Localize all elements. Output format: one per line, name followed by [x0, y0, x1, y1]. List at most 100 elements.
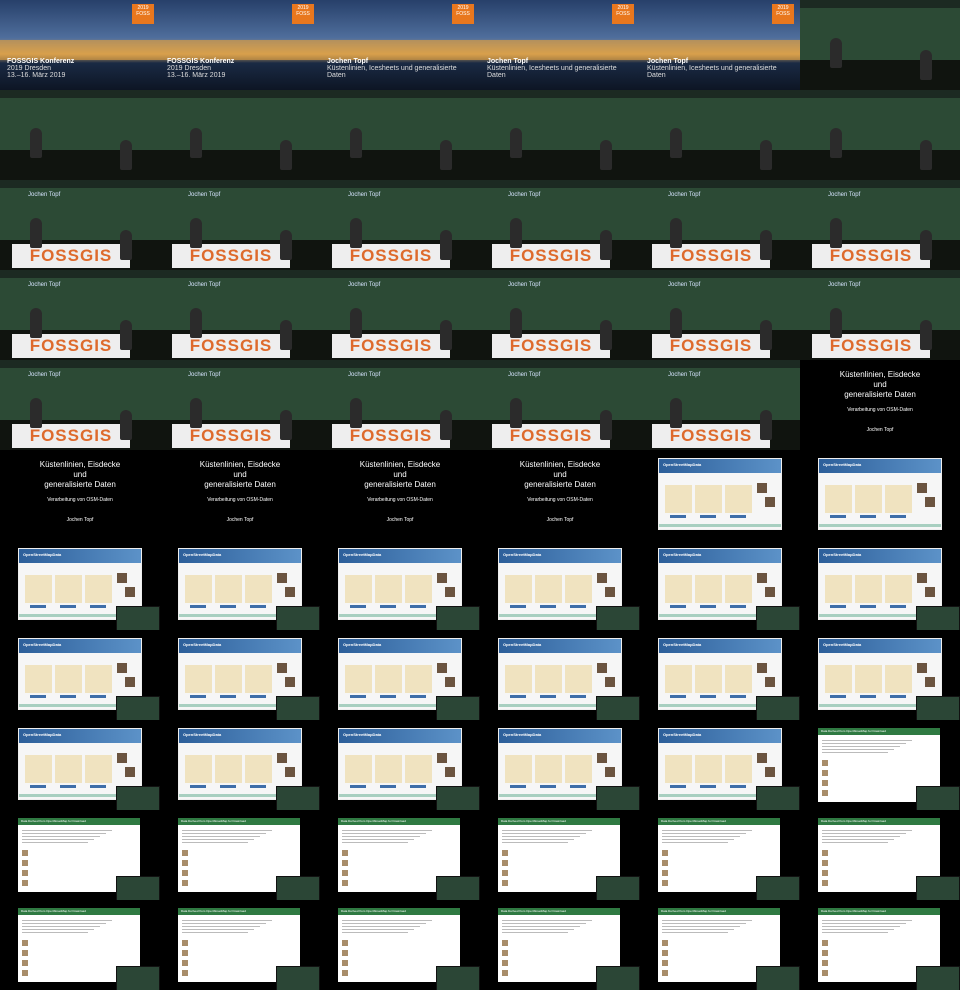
- speaker: [280, 230, 292, 260]
- video-frame: [640, 90, 800, 180]
- video-frame: [480, 90, 640, 180]
- fossgis-banner: FOSSGIS: [12, 244, 130, 268]
- speaker-thumbnail: [756, 876, 800, 900]
- site-header: OpenStreetMapData: [659, 639, 781, 653]
- osm-title: Data Derived from OpenStreetMap for Down…: [21, 819, 86, 823]
- download-card: [345, 575, 372, 603]
- osm-title: Data Derived from OpenStreetMap for Down…: [21, 909, 86, 913]
- download-card: [885, 665, 912, 693]
- video-frame: Data Derived from OpenStreetMap for Down…: [0, 900, 160, 990]
- download-card: [55, 755, 82, 783]
- speaker-thumbnail: [596, 786, 640, 810]
- speaker: [760, 230, 772, 260]
- title-line: Küstenlinien, Icesheets und generalisier…: [327, 65, 457, 72]
- slide-author: Jochen Topf: [226, 517, 254, 523]
- speaker-thumbnail: [436, 876, 480, 900]
- dataset-icon: [502, 860, 508, 866]
- download-card: [405, 665, 432, 693]
- site-title: OpenStreetMapData: [663, 642, 702, 647]
- site-header: OpenStreetMapData: [659, 549, 781, 563]
- text-line: [182, 926, 260, 927]
- dataset-icon: [22, 940, 28, 946]
- download-button: [570, 695, 586, 698]
- video-frame: OpenStreetMapData: [640, 450, 800, 540]
- text-line: [182, 929, 254, 930]
- title-line: Küstenlinien, Icesheets und generalisier…: [487, 65, 617, 72]
- slide-title: Küstenlinien, Eisdecke und generalisiert…: [519, 460, 601, 489]
- author-photo: [925, 587, 935, 597]
- video-frame: Data Derived from OpenStreetMap for Down…: [0, 810, 160, 900]
- text-line: [662, 830, 752, 831]
- download-button: [90, 785, 106, 788]
- video-frame: Data Derived from OpenStreetMap for Down…: [800, 900, 960, 990]
- lower-third: Jochen Topf: [508, 282, 541, 288]
- osm-title: Data Derived from OpenStreetMap for Down…: [821, 909, 886, 913]
- lower-third: Jochen Topf: [28, 372, 61, 378]
- video-frame: FOSSGIS Jochen Topf: [0, 180, 160, 270]
- title-line: FOSSGIS Konferenz: [7, 58, 75, 65]
- fossgis-banner: FOSSGIS: [12, 334, 130, 358]
- speaker: [760, 320, 772, 350]
- dataset-icon: [182, 880, 188, 886]
- speaker-thumbnail: [596, 606, 640, 630]
- fossgis-banner: FOSSGIS: [12, 424, 130, 448]
- speaker: [190, 398, 202, 428]
- dataset-icon: [182, 860, 188, 866]
- osm-header: Data Derived from OpenStreetMap for Down…: [498, 818, 620, 825]
- speaker-thumbnail: [116, 606, 160, 630]
- site-header: OpenStreetMapData: [819, 459, 941, 473]
- lower-third: Jochen Topf: [828, 282, 861, 288]
- download-card: [825, 575, 852, 603]
- site-footer: [819, 524, 941, 527]
- speaker: [350, 218, 362, 248]
- speaker-thumbnail: [436, 786, 480, 810]
- osm-header: Data Derived from OpenStreetMap for Down…: [818, 908, 940, 915]
- speaker: [670, 128, 682, 158]
- speaker: [760, 410, 772, 440]
- download-button: [730, 695, 746, 698]
- speaker: [120, 320, 132, 350]
- fossgis-banner: FOSSGIS: [332, 334, 450, 358]
- download-button: [540, 785, 556, 788]
- site-title: OpenStreetMapData: [23, 732, 62, 737]
- download-button: [220, 605, 236, 608]
- speaker-thumbnail: [276, 786, 320, 810]
- city-lights: [160, 40, 320, 60]
- video-frame: FOSSGIS Jochen Topf: [0, 270, 160, 360]
- text-line: [662, 932, 728, 933]
- speaker: [830, 218, 842, 248]
- download-card: [665, 575, 692, 603]
- dataset-icon: [822, 790, 828, 796]
- slide-title: Küstenlinien, Eisdecke und generalisiert…: [199, 460, 281, 489]
- video-frame: Data Derived from OpenStreetMap for Down…: [160, 900, 320, 990]
- site-header: OpenStreetMapData: [19, 639, 141, 653]
- download-card: [725, 755, 752, 783]
- author-photo: [277, 573, 287, 583]
- speaker: [350, 398, 362, 428]
- text-line: [822, 923, 906, 924]
- site-title: OpenStreetMapData: [183, 642, 222, 647]
- fossgis-banner: FOSSGIS: [652, 334, 770, 358]
- text-line: [662, 929, 734, 930]
- download-card: [565, 575, 592, 603]
- video-frame: OpenStreetMapData: [800, 630, 960, 720]
- download-card: [345, 665, 372, 693]
- dataset-icon: [342, 960, 348, 966]
- text-line: [22, 836, 100, 837]
- lower-third: Jochen Topf: [188, 372, 221, 378]
- text-line: [342, 932, 408, 933]
- author-photo: [277, 663, 287, 673]
- site-header: OpenStreetMapData: [179, 729, 301, 743]
- download-button: [890, 605, 906, 608]
- speaker-thumbnail: [116, 786, 160, 810]
- lower-third: Jochen Topf: [508, 372, 541, 378]
- dataset-icon: [662, 870, 668, 876]
- dataset-icon: [182, 970, 188, 976]
- video-frame: OpenStreetMapData: [160, 630, 320, 720]
- site-header: OpenStreetMapData: [19, 549, 141, 563]
- speaker: [350, 308, 362, 338]
- lower-third: Jochen Topf: [28, 192, 61, 198]
- dataset-icon: [22, 860, 28, 866]
- author-photo: [765, 677, 775, 687]
- download-card: [55, 575, 82, 603]
